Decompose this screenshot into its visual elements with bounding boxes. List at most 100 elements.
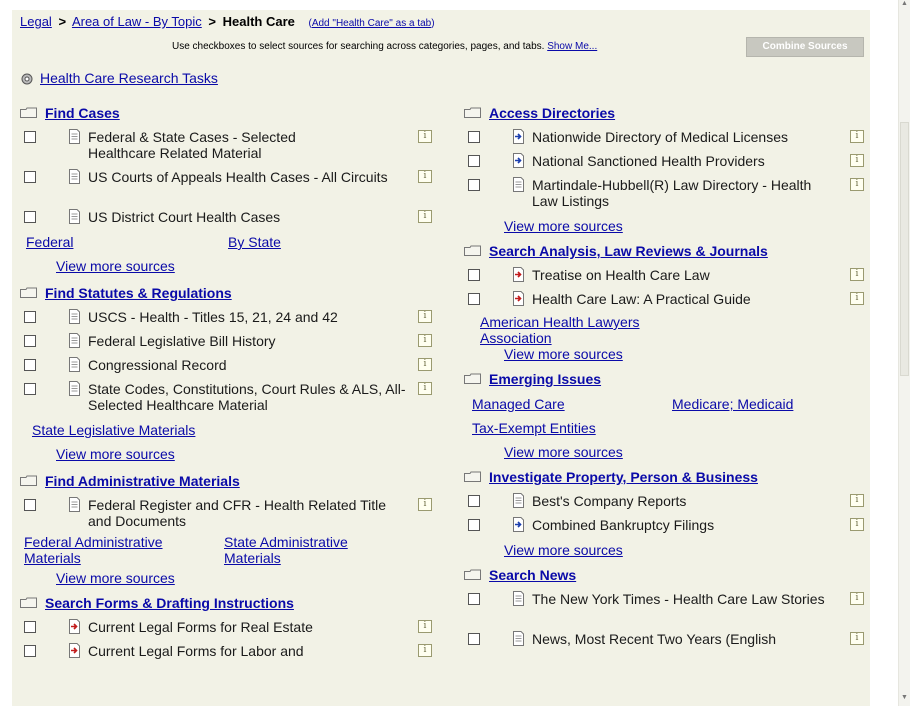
source-checkbox[interactable] xyxy=(24,383,36,395)
search-forms-link[interactable]: Search Forms & Drafting Instructions xyxy=(45,595,294,611)
state-legislative-link[interactable]: State Legislative Materials xyxy=(32,422,195,438)
section-directories: Access Directories Nationwide Directory … xyxy=(464,102,866,238)
info-icon[interactable]: i xyxy=(850,268,864,281)
source-checkbox[interactable] xyxy=(468,131,480,143)
info-icon[interactable]: i xyxy=(418,382,432,395)
find-cases-link[interactable]: Find Cases xyxy=(45,105,120,121)
source-label: USCS - Health - Titles 15, 21, 24 and 42 xyxy=(88,309,338,325)
source-label: Best's Company Reports xyxy=(532,493,687,509)
vertical-scrollbar[interactable]: ▲ ▼ xyxy=(898,0,910,706)
breadcrumb-separator: > xyxy=(208,14,216,29)
add-tab-close-paren: ) xyxy=(431,18,435,29)
info-icon[interactable]: i xyxy=(418,334,432,347)
section-header: Search Forms & Drafting Instructions xyxy=(20,592,440,616)
info-icon[interactable]: i xyxy=(850,592,864,605)
source-item: Congressional Record i xyxy=(20,354,440,378)
managed-care-link[interactable]: Managed Care xyxy=(472,396,565,412)
scroll-up-arrow-icon[interactable]: ▲ xyxy=(900,0,909,10)
info-icon[interactable]: i xyxy=(418,310,432,323)
arrow-doc-icon xyxy=(512,291,525,306)
section-forms: Search Forms & Drafting Instructions Cur… xyxy=(20,592,440,664)
source-checkbox[interactable] xyxy=(24,311,36,323)
info-icon[interactable]: i xyxy=(850,130,864,143)
document-icon xyxy=(512,177,525,192)
source-label: Congressional Record xyxy=(88,357,227,373)
document-icon xyxy=(68,209,81,224)
link-row: Federal By State xyxy=(20,230,440,254)
source-checkbox[interactable] xyxy=(468,495,480,507)
source-item: Combined Bankruptcy Filings i xyxy=(464,514,866,538)
view-more-sources-link[interactable]: View more sources xyxy=(504,218,623,234)
source-checkbox[interactable] xyxy=(24,645,36,657)
add-tab-link[interactable]: Add "Health Care" as a tab xyxy=(312,18,431,29)
source-checkbox[interactable] xyxy=(24,171,36,183)
access-directories-link[interactable]: Access Directories xyxy=(489,105,615,121)
info-icon[interactable]: i xyxy=(850,178,864,191)
source-checkbox[interactable] xyxy=(24,359,36,371)
combine-sources-button[interactable]: Combine Sources xyxy=(746,37,864,57)
research-tasks-link[interactable]: Health Care Research Tasks xyxy=(40,70,218,86)
info-icon[interactable]: i xyxy=(850,632,864,645)
section-header: Access Directories xyxy=(464,102,866,126)
source-checkbox[interactable] xyxy=(24,131,36,143)
source-label: State Codes, Constitutions, Court Rules … xyxy=(88,381,406,413)
info-icon[interactable]: i xyxy=(850,494,864,507)
show-me-link[interactable]: Show Me... xyxy=(547,41,597,52)
source-checkbox[interactable] xyxy=(24,211,36,223)
find-admin-link[interactable]: Find Administrative Materials xyxy=(45,473,240,489)
view-more-sources-link[interactable]: View more sources xyxy=(504,346,623,362)
state-admin-link[interactable]: State Administrative Materials xyxy=(224,534,384,566)
info-icon[interactable]: i xyxy=(850,292,864,305)
scrollbar-thumb[interactable] xyxy=(900,122,909,376)
source-checkbox[interactable] xyxy=(468,293,480,305)
info-icon[interactable]: i xyxy=(850,518,864,531)
info-icon[interactable]: i xyxy=(850,154,864,167)
document-icon xyxy=(68,381,81,396)
breadcrumb-legal-link[interactable]: Legal xyxy=(20,14,52,29)
search-analysis-link[interactable]: Search Analysis, Law Reviews & Journals xyxy=(489,243,768,259)
source-checkbox[interactable] xyxy=(24,621,36,633)
emerging-issues-link[interactable]: Emerging Issues xyxy=(489,371,601,387)
section-header: Find Statutes & Regulations xyxy=(20,282,440,306)
source-item: Health Care Law: A Practical Guide i xyxy=(464,288,866,312)
info-icon[interactable]: i xyxy=(418,620,432,633)
view-more-sources-link[interactable]: View more sources xyxy=(56,258,175,274)
scroll-down-arrow-icon[interactable]: ▼ xyxy=(900,694,909,704)
source-checkbox[interactable] xyxy=(24,335,36,347)
source-label: Treatise on Health Care Law xyxy=(532,267,710,283)
find-statutes-link[interactable]: Find Statutes & Regulations xyxy=(45,285,232,301)
source-checkbox[interactable] xyxy=(468,633,480,645)
view-more-row: View more sources xyxy=(56,566,440,590)
view-more-sources-link[interactable]: View more sources xyxy=(504,542,623,558)
section-property: Investigate Property, Person & Business … xyxy=(464,466,866,562)
source-checkbox[interactable] xyxy=(24,499,36,511)
source-checkbox[interactable] xyxy=(468,593,480,605)
info-icon[interactable]: i xyxy=(418,358,432,371)
search-news-link[interactable]: Search News xyxy=(489,567,576,583)
source-item: Federal Register and CFR - Health Relate… xyxy=(20,494,440,534)
info-icon[interactable]: i xyxy=(418,130,432,143)
breadcrumb-area-link[interactable]: Area of Law - By Topic xyxy=(72,14,202,29)
source-label: Martindale-Hubbell(R) Law Directory - He… xyxy=(532,177,812,209)
source-label: News, Most Recent Two Years (English xyxy=(532,631,777,647)
source-item: US Courts of Appeals Health Cases - All … xyxy=(20,166,440,206)
view-more-sources-link[interactable]: View more sources xyxy=(56,570,175,586)
source-checkbox[interactable] xyxy=(468,269,480,281)
info-icon[interactable]: i xyxy=(418,170,432,183)
research-tasks: Health Care Research Tasks xyxy=(20,70,218,86)
federal-link[interactable]: Federal xyxy=(26,234,73,250)
view-more-sources-link[interactable]: View more sources xyxy=(504,444,623,460)
info-icon[interactable]: i xyxy=(418,644,432,657)
info-icon[interactable]: i xyxy=(418,210,432,223)
source-checkbox[interactable] xyxy=(468,155,480,167)
info-icon[interactable]: i xyxy=(418,498,432,511)
medicare-link[interactable]: Medicare; Medicaid xyxy=(672,396,793,412)
source-label: Current Legal Forms for Real Estate xyxy=(88,619,313,635)
by-state-link[interactable]: By State xyxy=(228,234,281,250)
source-checkbox[interactable] xyxy=(468,519,480,531)
tax-exempt-link[interactable]: Tax-Exempt Entities xyxy=(472,420,596,436)
source-checkbox[interactable] xyxy=(468,179,480,191)
view-more-sources-link[interactable]: View more sources xyxy=(56,446,175,462)
federal-admin-link[interactable]: Federal Administrative Materials xyxy=(24,534,194,566)
investigate-link[interactable]: Investigate Property, Person & Business xyxy=(489,469,758,485)
